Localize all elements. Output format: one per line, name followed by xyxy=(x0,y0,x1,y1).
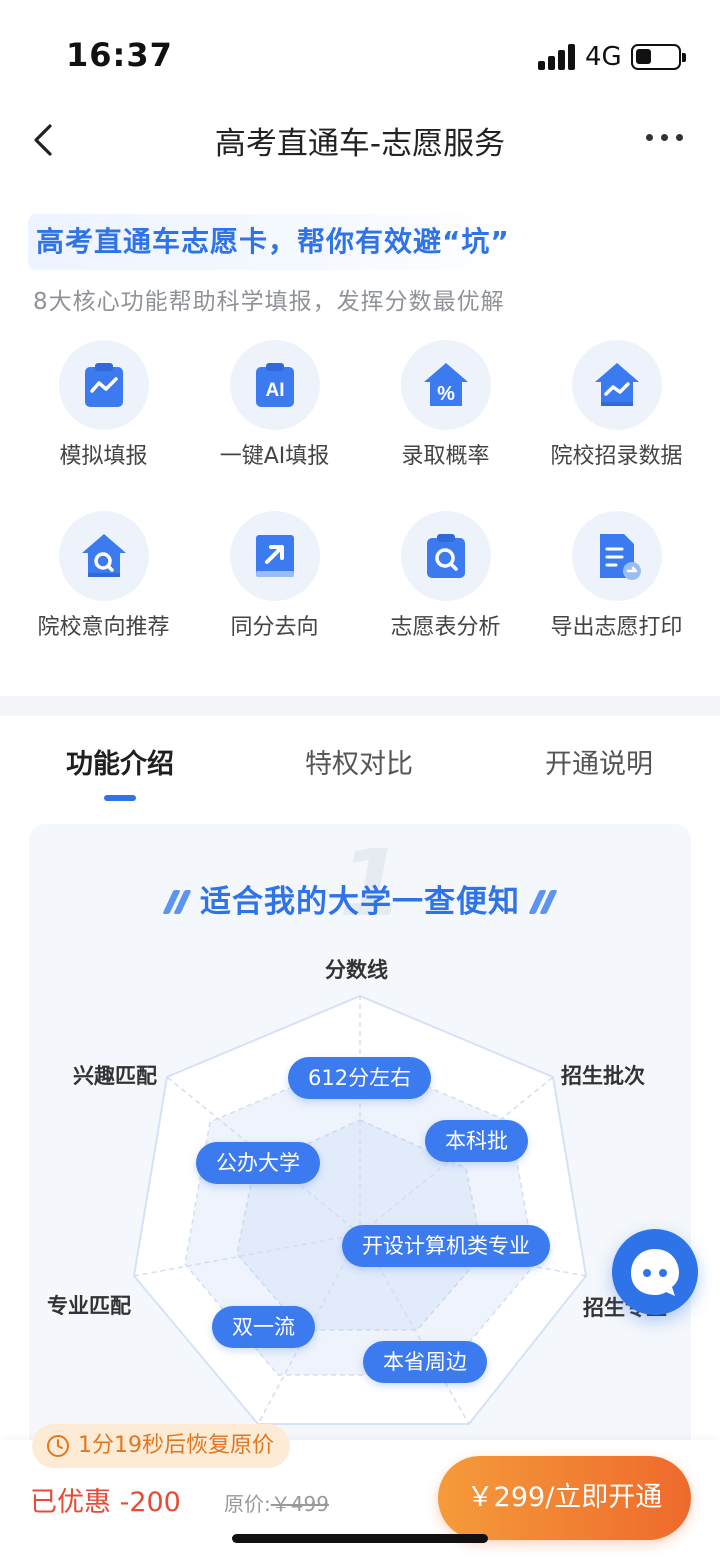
home-indicator xyxy=(232,1534,488,1543)
feature-label: 录取概率 xyxy=(401,444,490,469)
clock-icon xyxy=(47,1435,69,1457)
tag-nearby-province: 本省周边 xyxy=(363,1341,487,1383)
discount-amount: 已优惠 -200 xyxy=(30,1487,181,1518)
feature-label: 院校招录数据 xyxy=(550,444,683,469)
section-divider xyxy=(0,696,720,716)
tag-public-university: 公办大学 xyxy=(196,1142,320,1184)
feature-label: 一键AI填报 xyxy=(219,444,330,469)
search-clipboard-icon xyxy=(427,534,465,578)
feature-label: 院校意向推荐 xyxy=(37,615,170,640)
page-title: 高考直通车-志愿服务 xyxy=(214,126,506,162)
arrow-book-icon xyxy=(256,535,294,577)
feature-school-recommend[interactable]: 院校意向推荐 xyxy=(18,511,189,661)
feature-simulate-fill[interactable]: 模拟填报 xyxy=(18,340,189,490)
tab-bar: 功能介绍 特权对比 开通说明 xyxy=(0,716,720,816)
search-house-icon xyxy=(82,534,126,577)
status-bar: 16:37 4G xyxy=(0,0,720,110)
original-price: 原价:￥499 xyxy=(224,1488,329,1517)
signal-icon xyxy=(538,44,576,70)
axis-label-score: 分数线 xyxy=(325,958,388,982)
feature-card: 1 适合我的大学一查便知 分数线 招生批次 招生专业 专业匹配 兴趣匹配 612… xyxy=(29,824,691,1464)
buy-now-button[interactable]: ￥299/立即开通 xyxy=(438,1456,691,1540)
feature-export-print[interactable]: 导出志愿打印 xyxy=(531,511,702,661)
countdown-text: 1分19秒后恢复原价 xyxy=(78,1433,274,1458)
tab-features[interactable]: 功能介绍 xyxy=(66,742,174,781)
feature-ai-fill[interactable]: AI 一键AI填报 xyxy=(189,340,360,490)
feature-admission-probability[interactable]: % 录取概率 xyxy=(360,340,531,490)
feature-label: 同分去向 xyxy=(230,615,319,640)
chart-clipboard-icon xyxy=(85,363,123,407)
axis-label-batch: 招生批次 xyxy=(561,1064,645,1088)
original-price-label: 原价: xyxy=(224,1492,271,1516)
feature-same-score[interactable]: 同分去向 xyxy=(189,511,360,661)
feature-label: 导出志愿打印 xyxy=(550,615,683,640)
radar-diagram: 分数线 招生批次 招生专业 专业匹配 兴趣匹配 612分左右 本科批 公办大学 … xyxy=(29,934,691,1464)
tab-privileges[interactable]: 特权对比 xyxy=(305,742,413,781)
original-price-value: ￥499 xyxy=(270,1492,329,1516)
radar-web xyxy=(132,994,588,1425)
countdown-badge: 1分19秒后恢复原价 xyxy=(32,1424,290,1468)
ai-clipboard-icon: AI xyxy=(256,363,294,407)
hero-title: 高考直通车志愿卡，帮你有效避“坑” xyxy=(36,225,510,258)
card-title-text: 适合我的大学一查便知 xyxy=(200,884,520,920)
network-type: 4G xyxy=(585,42,622,72)
tag-score: 612分左右 xyxy=(288,1057,432,1099)
chat-headset-icon xyxy=(631,1249,679,1296)
nav-bar: 高考直通车-志愿服务 xyxy=(0,110,720,170)
customer-service-button[interactable] xyxy=(612,1229,698,1315)
svg-text:AI: AI xyxy=(266,380,285,401)
tag-double-first-class: 双一流 xyxy=(212,1306,315,1348)
tag-batch: 本科批 xyxy=(425,1120,528,1162)
hero-banner: 高考直通车志愿卡，帮你有效避“坑” xyxy=(28,214,518,270)
feature-label: 志愿表分析 xyxy=(390,615,501,640)
feature-school-data[interactable]: 院校招录数据 xyxy=(531,340,702,490)
tab-instructions[interactable]: 开通说明 xyxy=(545,742,653,781)
hero-subtitle: 8大核心功能帮助科学填报，发挥分数最优解 xyxy=(33,289,505,315)
axis-label-major-match: 专业匹配 xyxy=(47,1294,131,1318)
tag-computer-major: 开设计算机类专业 xyxy=(342,1225,550,1267)
svg-text:%: % xyxy=(437,383,455,405)
battery-icon xyxy=(631,44,686,70)
card-title: 适合我的大学一查便知 xyxy=(29,876,691,921)
chart-house-icon xyxy=(595,363,639,406)
percent-house-icon: % xyxy=(424,363,468,406)
axis-label-interest-match: 兴趣匹配 xyxy=(73,1064,157,1088)
export-document-icon xyxy=(600,534,641,580)
purchase-bar: 1分19秒后恢复原价 已优惠 -200 原价:￥499 ￥299/立即开通 xyxy=(0,1424,720,1559)
status-time: 16:37 xyxy=(66,36,173,74)
feature-label: 模拟填报 xyxy=(59,444,148,469)
tab-indicator xyxy=(104,795,136,801)
more-icon[interactable] xyxy=(646,132,686,144)
feature-table-analysis[interactable]: 志愿表分析 xyxy=(360,511,531,661)
